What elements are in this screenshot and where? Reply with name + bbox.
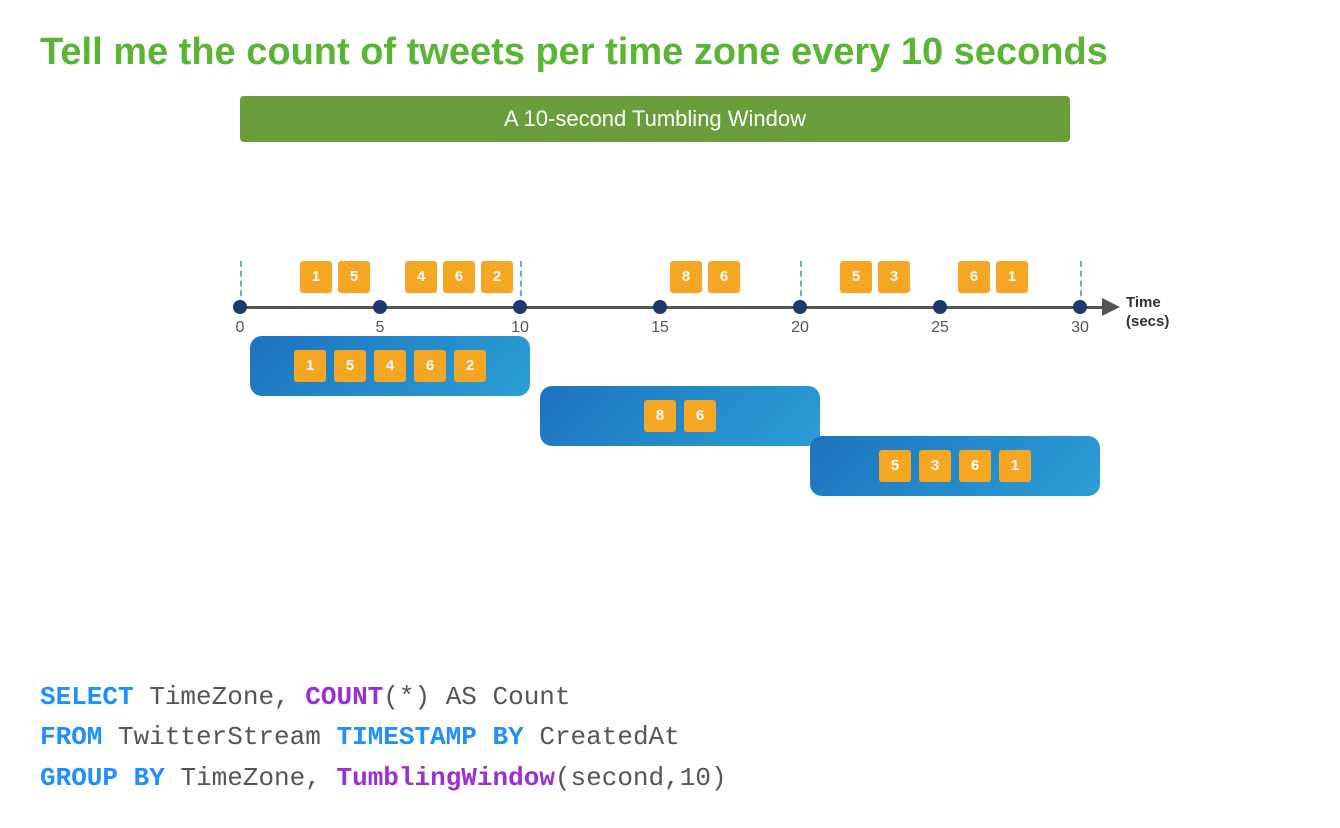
window-box-3: 5 3 6 1 (810, 436, 1100, 496)
sql-line-1: SELECT TimeZone, COUNT(*) AS Count (40, 677, 727, 717)
kw-timestamp: TIMESTAMP (336, 722, 476, 752)
label-5: 5 (376, 319, 385, 337)
kw-group: GROUP (40, 763, 118, 793)
sql-area: SELECT TimeZone, COUNT(*) AS Count FROM … (40, 677, 727, 798)
label-15: 15 (651, 319, 669, 337)
dot-20 (793, 300, 807, 314)
token-3-a: 3 (878, 261, 910, 293)
w1-token-2: 2 (454, 350, 486, 382)
dot-0 (233, 300, 247, 314)
w3-token-6: 6 (959, 450, 991, 482)
dot-10 (513, 300, 527, 314)
token-6b-a: 6 (708, 261, 740, 293)
sql-createdat: CreatedAt (524, 722, 680, 752)
label-30: 30 (1071, 319, 1089, 337)
sql-timezone: TimeZone, (134, 682, 306, 712)
timeline-line (240, 306, 1110, 309)
token-6-a: 6 (443, 261, 475, 293)
dot-25 (933, 300, 947, 314)
w2-token-8: 8 (644, 400, 676, 432)
label-20: 20 (791, 319, 809, 337)
w3-token-1: 1 (999, 450, 1031, 482)
sql-timezone2: TimeZone, (165, 763, 337, 793)
tumbling-banner: A 10-second Tumbling Window (240, 96, 1070, 142)
dot-15 (653, 300, 667, 314)
sql-line-3: GROUP BY TimeZone, TumblingWindow(second… (40, 758, 727, 798)
token-6c-a: 6 (958, 261, 990, 293)
sql-by1 (477, 722, 493, 752)
page-title: Tell me the count of tweets per time zon… (40, 30, 1300, 76)
kw-select: SELECT (40, 682, 134, 712)
token-8-a: 8 (670, 261, 702, 293)
kw-by1: BY (493, 722, 524, 752)
kw-by2: BY (134, 763, 165, 793)
sql-count-rest: (*) AS Count (383, 682, 570, 712)
w1-token-1: 1 (294, 350, 326, 382)
w2-token-6: 6 (684, 400, 716, 432)
token-4-a: 4 (405, 261, 437, 293)
sql-line-2: FROM TwitterStream TIMESTAMP BY CreatedA… (40, 717, 727, 757)
token-2-a: 2 (481, 261, 513, 293)
window-box-2: 8 6 (540, 386, 820, 446)
sql-space (118, 763, 134, 793)
sql-tumbling-args: (second,10) (555, 763, 727, 793)
token-5-a: 5 (338, 261, 370, 293)
token-1b-a: 1 (996, 261, 1028, 293)
label-25: 25 (931, 319, 949, 337)
window-box-1: 1 5 4 6 2 (250, 336, 530, 396)
w3-token-5: 5 (879, 450, 911, 482)
kw-tumbling: TumblingWindow (336, 763, 554, 793)
token-5b-a: 5 (840, 261, 872, 293)
w1-token-5: 5 (334, 350, 366, 382)
label-10: 10 (511, 319, 529, 337)
time-label: Time(secs) (1126, 293, 1169, 332)
sql-twitterstream: TwitterStream (102, 722, 336, 752)
kw-count: COUNT (305, 682, 383, 712)
dot-30 (1073, 300, 1087, 314)
kw-from: FROM (40, 722, 102, 752)
w3-token-3: 3 (919, 450, 951, 482)
w1-token-6: 6 (414, 350, 446, 382)
main-container: Tell me the count of tweets per time zon… (0, 0, 1340, 828)
dot-5 (373, 300, 387, 314)
token-1-a: 1 (300, 261, 332, 293)
timeline-arrow (1102, 298, 1120, 316)
label-0: 0 (236, 319, 245, 337)
w1-token-4: 4 (374, 350, 406, 382)
diagram-area: A 10-second Tumbling Window 1 5 4 6 2 8 … (40, 96, 1300, 526)
